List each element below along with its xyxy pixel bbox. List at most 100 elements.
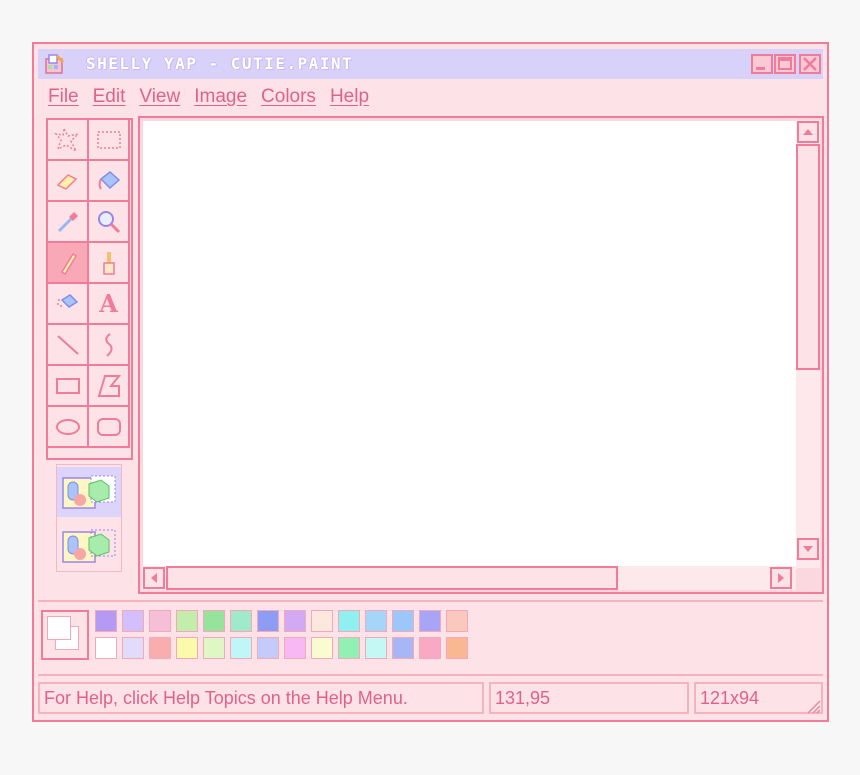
magnifier-icon xyxy=(97,210,120,233)
transparent-selection-option[interactable] xyxy=(57,521,121,571)
tool-free-select[interactable] xyxy=(48,120,89,161)
paint-app-icon xyxy=(45,54,65,74)
menu-image[interactable]: Image xyxy=(194,86,247,108)
tool-fill[interactable] xyxy=(89,161,130,202)
fill-bucket-icon xyxy=(98,170,120,190)
status-help-text: For Help, click Help Topics on the Help … xyxy=(38,682,484,714)
color-swatch[interactable] xyxy=(257,637,279,659)
tool-curve[interactable] xyxy=(89,325,130,366)
color-swatch[interactable] xyxy=(95,637,117,659)
color-swatch[interactable] xyxy=(176,637,198,659)
color-swatch[interactable] xyxy=(95,610,117,632)
scroll-down-button[interactable] xyxy=(797,538,819,560)
opaque-selection-option[interactable] xyxy=(57,467,121,517)
color-swatch[interactable] xyxy=(203,610,225,632)
tool-rectangle[interactable] xyxy=(48,366,89,407)
menu-file[interactable]: File xyxy=(48,86,79,108)
menu-view[interactable]: View xyxy=(139,86,180,108)
maximize-icon xyxy=(778,57,792,70)
close-button[interactable] xyxy=(799,54,821,74)
drawing-canvas[interactable] xyxy=(143,121,797,569)
paint-window: SHELLY YAP - CUTIE.PAINT File Edit View … xyxy=(32,42,829,722)
toolbox: A xyxy=(46,118,133,460)
color-swatch[interactable] xyxy=(392,637,414,659)
color-swatch[interactable] xyxy=(230,637,252,659)
vertical-scroll-thumb[interactable] xyxy=(796,144,820,370)
color-swatch[interactable] xyxy=(257,610,279,632)
color-swatch[interactable] xyxy=(419,637,441,659)
horizontal-scroll-thumb[interactable] xyxy=(166,566,618,590)
line-icon xyxy=(56,334,79,355)
minimize-button[interactable] xyxy=(751,54,773,74)
color-picker-icon xyxy=(57,211,78,232)
tool-polygon[interactable] xyxy=(89,366,130,407)
tool-rect-select[interactable] xyxy=(89,120,130,161)
color-swatch[interactable] xyxy=(203,637,225,659)
color-swatch[interactable] xyxy=(122,610,144,632)
color-swatch[interactable] xyxy=(149,610,171,632)
curve-icon xyxy=(104,332,113,357)
status-cursor-coords: 131,95 xyxy=(489,682,689,714)
tool-line[interactable] xyxy=(48,325,89,366)
rectangle-icon xyxy=(55,377,80,394)
tool-eraser[interactable] xyxy=(48,161,89,202)
maximize-button[interactable] xyxy=(774,54,796,74)
brush-icon xyxy=(102,251,115,275)
eraser-icon xyxy=(56,173,77,190)
tool-text[interactable]: A xyxy=(89,284,130,325)
color-swatch[interactable] xyxy=(392,610,414,632)
tool-options xyxy=(56,464,122,572)
menu-colors[interactable]: Colors xyxy=(261,86,316,108)
divider xyxy=(38,674,823,676)
polygon-icon xyxy=(97,374,121,397)
resize-grip-icon[interactable] xyxy=(803,696,821,714)
color-swatch[interactable] xyxy=(122,637,144,659)
color-swatch[interactable] xyxy=(419,610,441,632)
color-swatch[interactable] xyxy=(311,610,333,632)
title-bar[interactable]: SHELLY YAP - CUTIE.PAINT xyxy=(38,49,823,79)
color-swatch[interactable] xyxy=(365,610,387,632)
color-swatch[interactable] xyxy=(311,637,333,659)
scroll-right-button[interactable] xyxy=(770,567,792,589)
window-title: SHELLY YAP - CUTIE.PAINT xyxy=(86,54,354,73)
menu-bar: File Edit View Image Colors Help xyxy=(48,86,383,108)
horizontal-scrollbar[interactable] xyxy=(142,566,796,590)
foreground-color-swatch[interactable] xyxy=(47,616,71,640)
ellipse-icon xyxy=(55,418,80,435)
minimize-icon xyxy=(756,67,765,70)
tool-magnifier[interactable] xyxy=(89,202,130,243)
tool-pencil[interactable] xyxy=(48,243,89,284)
canvas-frame xyxy=(138,116,824,594)
color-swatch[interactable] xyxy=(365,637,387,659)
current-colors[interactable] xyxy=(41,610,89,660)
menu-help[interactable]: Help xyxy=(330,86,369,108)
color-swatch[interactable] xyxy=(149,637,171,659)
vertical-scrollbar[interactable] xyxy=(796,120,820,568)
tool-rounded-rect[interactable] xyxy=(89,407,130,448)
tool-ellipse[interactable] xyxy=(48,407,89,448)
color-palette xyxy=(41,608,475,664)
menu-edit[interactable]: Edit xyxy=(93,86,126,108)
color-swatch[interactable] xyxy=(284,637,306,659)
scroll-left-button[interactable] xyxy=(143,567,165,589)
scroll-up-button[interactable] xyxy=(797,121,819,143)
arrow-right-icon xyxy=(778,573,784,583)
pencil-icon xyxy=(60,252,77,275)
arrow-left-icon xyxy=(151,573,157,583)
tool-color-picker[interactable] xyxy=(48,202,89,243)
color-swatch[interactable] xyxy=(446,610,468,632)
color-swatch[interactable] xyxy=(338,610,360,632)
rounded-rect-icon xyxy=(96,417,121,436)
arrow-up-icon xyxy=(803,129,813,135)
airbrush-icon xyxy=(56,293,78,308)
color-swatch[interactable] xyxy=(176,610,198,632)
tool-brush[interactable] xyxy=(89,243,130,284)
transparent-selection-icon xyxy=(62,529,116,563)
color-swatch[interactable] xyxy=(338,637,360,659)
color-swatch[interactable] xyxy=(446,637,468,659)
color-swatch[interactable] xyxy=(230,610,252,632)
tool-airbrush[interactable] xyxy=(48,284,89,325)
color-swatch[interactable] xyxy=(284,610,306,632)
free-select-icon xyxy=(53,126,80,153)
opaque-selection-icon xyxy=(62,475,116,509)
